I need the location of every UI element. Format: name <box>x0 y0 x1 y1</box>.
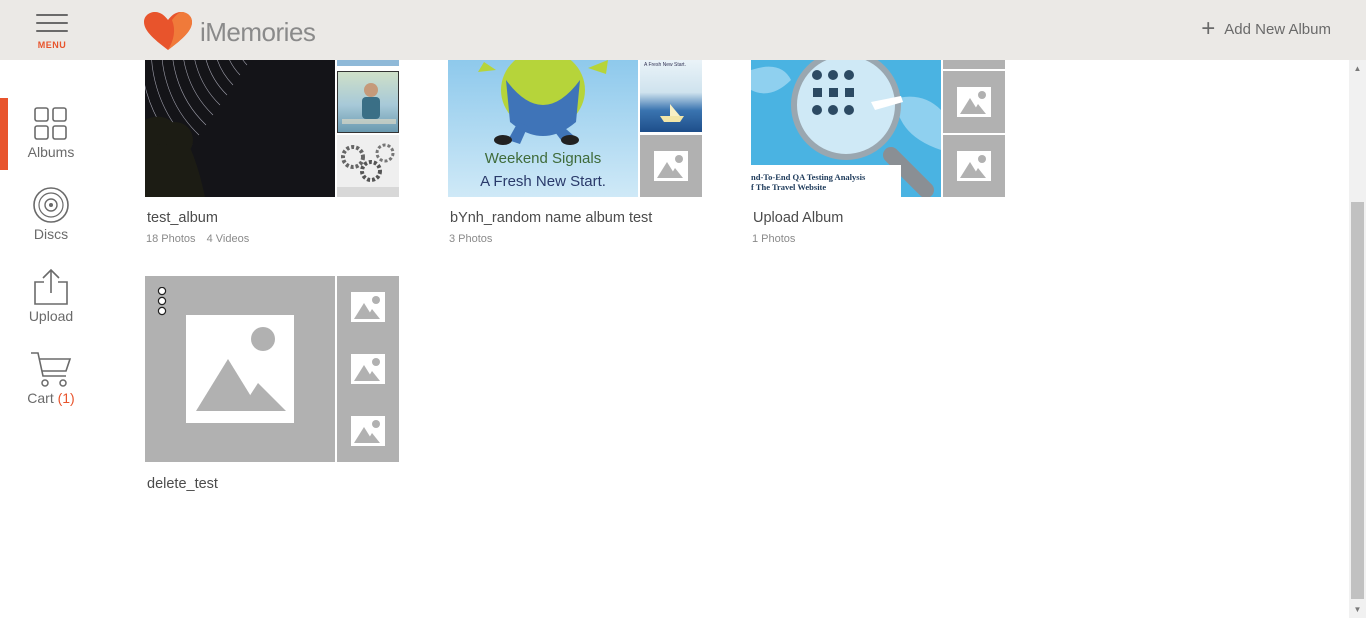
image-placeholder-icon <box>351 354 385 384</box>
sidebar-item-label: Discs <box>33 226 69 242</box>
grid-icon <box>34 107 67 140</box>
image-placeholder-icon <box>957 87 991 117</box>
hamburger-icon <box>36 14 68 16</box>
brand-name: iMemories <box>200 16 316 47</box>
album-card[interactable]: delete_test <box>145 276 401 496</box>
album-title[interactable]: bYnh_random name album test <box>450 210 652 226</box>
album-thumbnail-placeholder <box>337 276 399 338</box>
album-title[interactable]: test_album <box>147 210 218 226</box>
cover-caption-line2: f The Travel Website <box>751 182 827 192</box>
album-thumbnail-placeholder <box>337 400 399 462</box>
album-title[interactable]: Upload Album <box>753 210 843 226</box>
add-new-album-label: Add New Album <box>1224 20 1331 38</box>
sidebar-item-label: Upload <box>28 308 74 324</box>
album-thumbnail: A Fresh New Start. <box>640 60 702 132</box>
heart-logo-icon <box>144 12 192 50</box>
hamburger-icon-bar <box>36 22 68 24</box>
upload-icon <box>34 268 68 305</box>
sidebar-item-albums[interactable]: Albums <box>0 98 102 170</box>
more-options-icon[interactable] <box>157 287 167 317</box>
sidebar-item-upload[interactable]: Upload <box>0 266 102 338</box>
album-cover-image <box>145 60 335 197</box>
scroll-down-arrow-icon[interactable]: ▼ <box>1349 601 1366 618</box>
vertical-scrollbar[interactable]: ▲ ▼ <box>1349 60 1366 618</box>
album-title[interactable]: delete_test <box>147 476 218 492</box>
person-photo <box>342 83 396 124</box>
image-placeholder-icon <box>186 315 294 423</box>
top-header: MENU iMemories + Add New Album <box>0 0 1366 60</box>
plus-icon: + <box>1201 15 1216 42</box>
sidebar-item-label: Albums <box>27 144 75 160</box>
photo-count: 18 Photos <box>146 233 196 245</box>
video-count: 4 Videos <box>206 233 250 245</box>
scroll-up-arrow-icon[interactable]: ▲ <box>1349 60 1366 77</box>
image-placeholder-icon <box>957 151 991 181</box>
album-thumbnail-placeholder <box>943 60 1005 69</box>
menu-button[interactable]: MENU <box>34 14 70 54</box>
album-thumbnail <box>337 71 399 133</box>
cover-caption-line2: A Fresh New Start. <box>480 173 606 190</box>
sidebar-item-cart[interactable]: Cart (1) <box>0 348 102 420</box>
image-placeholder-icon <box>351 416 385 446</box>
add-new-album-button[interactable]: + Add New Album <box>1201 15 1331 42</box>
menu-label: MENU <box>37 40 67 50</box>
album-thumbnail <box>337 135 399 197</box>
album-cover-image: nd-To-End QA Testing Analysis f The Trav… <box>751 60 941 197</box>
album-thumbnail-placeholder <box>640 135 702 197</box>
hamburger-icon-bar <box>36 30 68 32</box>
album-card[interactable]: test_album 18 Photos 4 Videos <box>145 60 401 250</box>
album-cover-image: Weekend Signals A Fresh New Start. <box>448 60 638 197</box>
photo-count: 3 Photos <box>449 233 493 245</box>
scrollbar-thumb[interactable] <box>1351 202 1364 599</box>
sidebar-item-label: Cart (1) <box>0 390 102 406</box>
album-thumbnail <box>337 60 399 66</box>
album-meta: 3 Photos <box>449 233 500 245</box>
sidebar-nav: Albums Discs Upload Cart (1) <box>0 60 102 618</box>
gears-photo <box>337 135 399 197</box>
image-placeholder-icon <box>654 151 688 181</box>
album-card[interactable]: Weekend Signals A Fresh New Start. A Fre… <box>448 60 704 250</box>
image-placeholder-icon <box>351 292 385 322</box>
album-thumbnail-placeholder <box>337 338 399 400</box>
photo-count: 1 Photos <box>752 233 796 245</box>
album-meta: 1 Photos <box>752 233 803 245</box>
star-trails-photo <box>145 60 335 197</box>
cover-caption-line1: Weekend Signals <box>484 150 602 167</box>
cart-icon <box>31 352 72 387</box>
cart-count-badge: (1) <box>57 390 75 406</box>
sidebar-item-discs[interactable]: Discs <box>0 184 102 256</box>
paper-boat-photo <box>660 104 684 122</box>
disc-icon <box>33 187 69 223</box>
album-meta: 18 Photos 4 Videos <box>146 233 257 245</box>
cover-caption-line1: nd-To-End QA Testing Analysis <box>751 172 866 182</box>
brand-logo[interactable]: iMemories <box>144 12 316 52</box>
album-thumbnail-placeholder <box>943 135 1005 197</box>
album-cover-placeholder <box>145 276 335 462</box>
cart-label: Cart <box>27 390 54 406</box>
album-thumbnail-placeholder <box>943 71 1005 133</box>
album-card[interactable]: nd-To-End QA Testing Analysis f The Trav… <box>751 60 1007 250</box>
